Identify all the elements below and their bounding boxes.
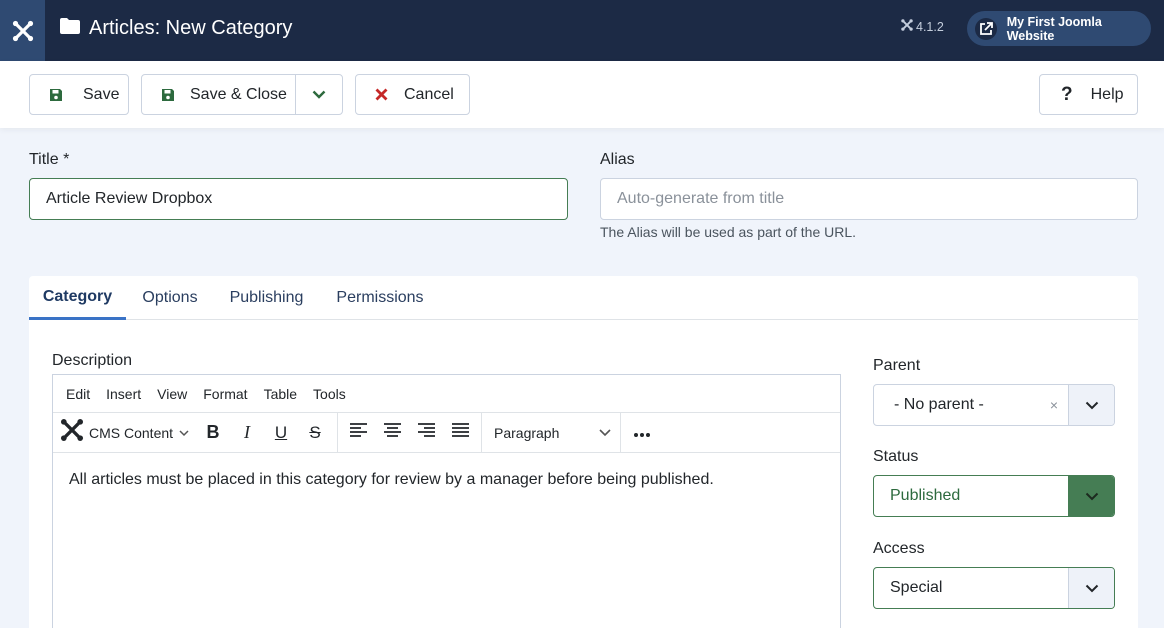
editor-content[interactable]: All articles must be placed in this cate… <box>69 471 714 489</box>
block-format-label: Paragraph <box>494 424 560 441</box>
help-label: Help <box>1090 85 1124 103</box>
description-editor: Edit Insert View Format Table Tools CMS … <box>52 374 841 628</box>
page-title: Articles: New Category <box>89 16 293 39</box>
save-button[interactable]: Save <box>29 74 129 115</box>
view-site-button[interactable]: My First Joomla Website <box>967 11 1151 46</box>
status-value: Published <box>890 487 961 504</box>
tab-options[interactable]: Options <box>132 276 208 320</box>
version-number: 4.1.2 <box>916 19 944 34</box>
bold-icon: B <box>206 422 220 442</box>
more-options-button[interactable] <box>629 413 655 452</box>
cancel-label: Cancel <box>404 85 454 103</box>
joomla-logo-icon[interactable] <box>0 0 45 61</box>
strikethrough-icon: S <box>309 422 321 442</box>
menu-format[interactable]: Format <box>203 386 247 402</box>
access-label: Access <box>873 540 925 557</box>
underline-icon: U <box>274 422 288 442</box>
more-icon <box>634 424 650 442</box>
category-card: Category Options Publishing Permissions … <box>29 276 1138 628</box>
title-label: Title * <box>29 151 70 168</box>
action-toolbar: Save Save & Close Cancel ? Help <box>0 61 1164 128</box>
tab-category[interactable]: Category <box>29 276 126 320</box>
menu-insert[interactable]: Insert <box>106 386 141 402</box>
alias-label: Alias <box>600 151 635 168</box>
tab-publishing[interactable]: Publishing <box>221 276 312 320</box>
save-icon <box>161 88 175 102</box>
align-center-button[interactable] <box>379 413 405 452</box>
folder-icon <box>60 17 80 39</box>
bold-button[interactable]: B <box>200 413 226 452</box>
menu-table[interactable]: Table <box>264 386 297 402</box>
chevron-down-icon <box>312 86 326 104</box>
parent-label: Parent <box>873 357 921 374</box>
save-close-button[interactable]: Save & Close <box>141 74 296 115</box>
save-icon <box>49 88 63 102</box>
align-right-icon <box>417 423 435 442</box>
save-options-dropdown[interactable] <box>295 74 343 115</box>
cms-content-button[interactable]: CMS Content <box>60 413 195 452</box>
joomla-icon <box>60 418 84 447</box>
access-select[interactable]: Special <box>873 567 1115 609</box>
italic-icon: I <box>244 422 250 442</box>
alias-hint: The Alias will be used as part of the UR… <box>600 224 857 240</box>
help-button[interactable]: ? Help <box>1039 74 1138 115</box>
underline-button[interactable]: U <box>268 413 294 452</box>
tab-permissions[interactable]: Permissions <box>327 276 433 320</box>
editor-toolbar: CMS Content B I U S Paragraph <box>53 413 840 453</box>
tab-bar: Category Options Publishing Permissions <box>29 276 1138 320</box>
chevron-down-icon <box>1068 476 1114 516</box>
chevron-down-icon <box>599 424 611 442</box>
align-right-button[interactable] <box>413 413 439 452</box>
clear-icon[interactable]: × <box>1050 397 1058 413</box>
title-input[interactable]: Article Review Dropbox <box>29 178 568 220</box>
cancel-button[interactable]: Cancel <box>355 74 470 115</box>
alias-input[interactable]: Auto-generate from title <box>600 178 1138 220</box>
site-link-label: My First Joomla Website <box>1006 14 1102 43</box>
strikethrough-button[interactable]: S <box>302 413 328 452</box>
align-left-icon <box>349 423 367 442</box>
editor-menubar: Edit Insert View Format Table Tools <box>53 375 840 413</box>
access-value: Special <box>890 579 943 596</box>
block-format-select[interactable]: Paragraph <box>494 413 611 452</box>
status-label: Status <box>873 448 919 465</box>
chevron-down-icon <box>1068 568 1114 608</box>
status-select[interactable]: Published <box>873 475 1115 517</box>
top-header: Articles: New Category 4.1.2 My First Jo… <box>0 0 1164 61</box>
align-left-button[interactable] <box>345 413 371 452</box>
italic-button[interactable]: I <box>234 413 260 452</box>
external-link-icon <box>975 17 997 40</box>
cms-content-label: CMS Content <box>89 424 174 441</box>
version-label: 4.1.2 <box>901 19 944 34</box>
save-label: Save <box>83 85 120 103</box>
description-label: Description <box>52 352 133 369</box>
align-center-icon <box>383 423 401 442</box>
joomla-small-icon <box>901 19 913 34</box>
menu-edit[interactable]: Edit <box>66 386 90 402</box>
alias-placeholder: Auto-generate from title <box>617 190 785 207</box>
align-justify-icon <box>451 423 469 442</box>
close-icon <box>375 88 388 101</box>
parent-value: - No parent - <box>894 396 984 413</box>
question-icon: ? <box>1061 83 1073 105</box>
justify-button[interactable] <box>447 413 473 452</box>
menu-tools[interactable]: Tools <box>313 386 346 402</box>
title-value: Article Review Dropbox <box>46 190 213 207</box>
save-close-label: Save & Close <box>190 85 287 103</box>
parent-select[interactable]: - No parent - × <box>873 384 1115 426</box>
menu-view[interactable]: View <box>157 386 187 402</box>
chevron-down-icon <box>1068 385 1114 425</box>
chevron-down-icon <box>179 424 189 442</box>
